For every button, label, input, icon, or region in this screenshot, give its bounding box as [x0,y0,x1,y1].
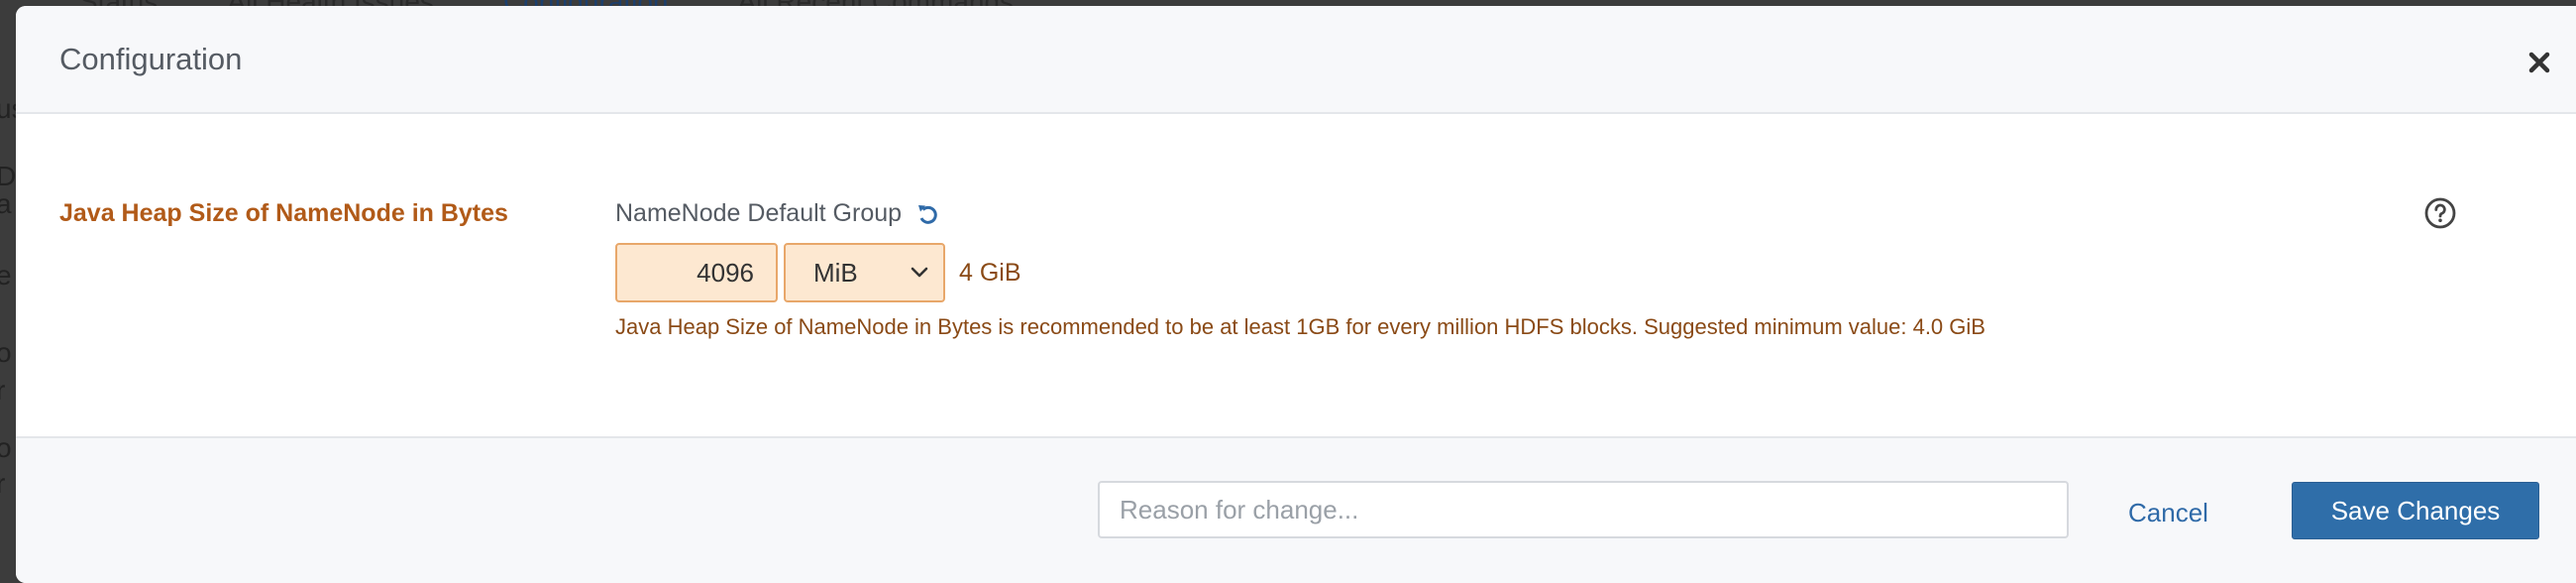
background-fragment: D [0,161,17,191]
group-name: NameNode Default Group [615,199,903,227]
unit-select[interactable]: MiB [784,243,945,302]
heap-size-input[interactable] [615,243,778,302]
converted-value: 4 GiB [959,258,1021,287]
save-changes-button[interactable]: Save Changes [2292,482,2539,539]
background-fragment: e [0,260,12,291]
question-circle-icon[interactable] [2423,196,2457,230]
background-fragment: o [0,432,12,463]
reason-input[interactable] [1098,481,2069,538]
close-icon[interactable] [2526,50,2552,75]
undo-icon[interactable] [915,201,941,227]
chevron-down-icon [911,267,928,278]
validation-warning: Java Heap Size of NameNode in Bytes is r… [615,314,1986,339]
cancel-button[interactable]: Cancel [2128,498,2208,528]
background-fragment: o [0,337,12,368]
modal-title: Configuration [59,42,243,76]
modal-footer: Cancel Save Changes [16,436,2576,583]
background-fragment: a [0,188,12,219]
configuration-modal: Configuration Java Heap Size of NameNode… [16,6,2576,583]
modal-body: Java Heap Size of NameNode in Bytes Name… [16,114,2576,441]
background-fragment: r [0,375,6,406]
config-group-row: NameNode Default Group [615,199,941,228]
value-input-row: MiB 4 GiB [615,243,1021,302]
background-fragment: r [0,468,6,499]
property-label: Java Heap Size of NameNode in Bytes [59,199,508,227]
unit-select-value: MiB [813,257,858,288]
modal-header: Configuration [16,6,2576,114]
